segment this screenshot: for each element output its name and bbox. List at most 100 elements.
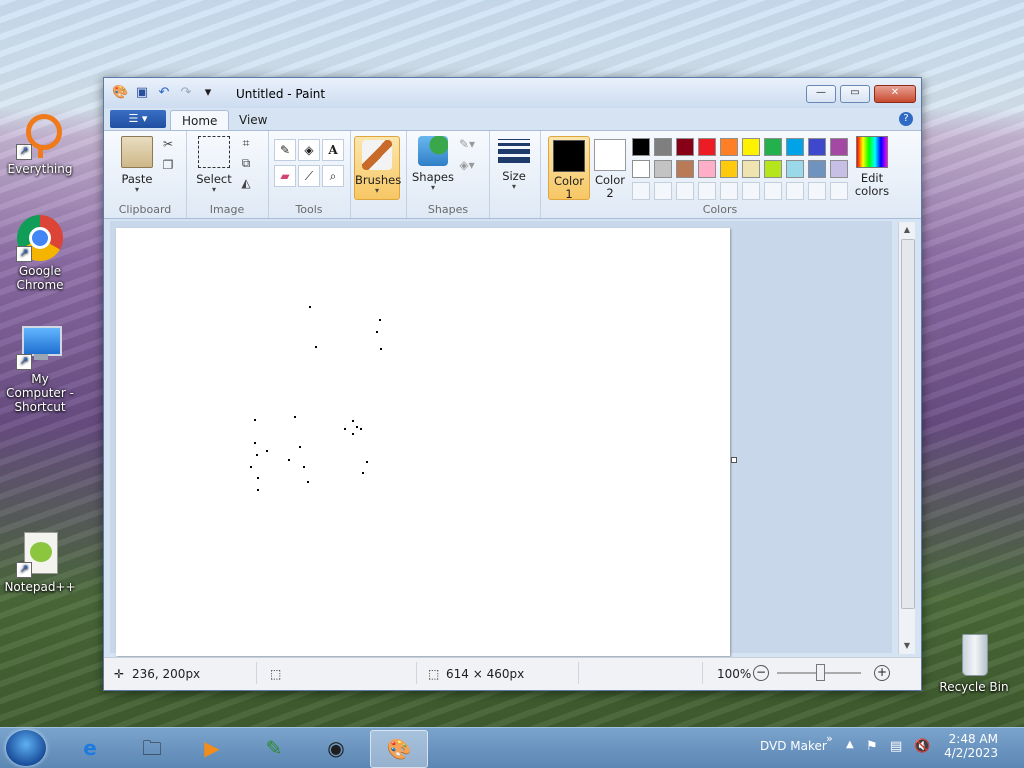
title-bar[interactable]: 🎨 ▣ ↶ ↷ ▾ Untitled - Paint — ▭ ✕ xyxy=(104,78,921,108)
redo-icon[interactable]: ↷ xyxy=(178,85,194,101)
palette-empty-swatch[interactable] xyxy=(742,182,760,200)
palette-swatch[interactable] xyxy=(764,160,782,178)
scroll-down-icon[interactable]: ▼ xyxy=(899,638,915,654)
palette-swatch[interactable] xyxy=(764,138,782,156)
taskbar-media-player-icon[interactable]: ▶ xyxy=(184,730,240,766)
clock[interactable]: 2:48 AM 4/2/2023 xyxy=(944,732,998,760)
maximize-button[interactable]: ▭ xyxy=(840,85,870,103)
palette-empty-swatch[interactable] xyxy=(654,182,672,200)
palette-empty-swatch[interactable] xyxy=(720,182,738,200)
size-button[interactable]: Size ▾ xyxy=(496,136,532,191)
palette-swatch[interactable] xyxy=(676,160,694,178)
file-menu-button[interactable]: ☰ ▾ xyxy=(110,110,166,128)
palette-swatch[interactable] xyxy=(786,138,804,156)
tray-chevron-icon[interactable]: » xyxy=(826,732,833,745)
palette-swatch[interactable] xyxy=(742,138,760,156)
scroll-thumb[interactable] xyxy=(901,239,915,609)
zoom-out-icon[interactable]: − xyxy=(753,665,769,681)
desktop-icon-everything[interactable]: ↗ Everything xyxy=(0,112,80,176)
palette-empty-swatch[interactable] xyxy=(786,182,804,200)
zoom-slider-thumb[interactable] xyxy=(816,664,825,681)
text-icon[interactable]: A xyxy=(322,139,344,161)
desktop-icon-label: Recycle Bin xyxy=(939,680,1009,694)
palette-swatch[interactable] xyxy=(654,160,672,178)
taskbar-explorer-icon[interactable]: 🗀 xyxy=(124,730,180,766)
palette-swatch[interactable] xyxy=(654,138,672,156)
customize-qat-icon[interactable]: ▾ xyxy=(200,85,216,101)
select-button[interactable]: Select ▾ xyxy=(194,136,234,194)
taskbar-internet-explorer-icon[interactable]: e xyxy=(62,730,118,766)
paint-app-icon[interactable]: 🎨 xyxy=(112,85,128,101)
desktop-icon-label: My Computer - Shortcut xyxy=(6,372,74,414)
brushes-button[interactable]: Brushes ▾ xyxy=(354,136,401,200)
palette-swatch[interactable] xyxy=(632,160,650,178)
cut-icon[interactable]: ✂ xyxy=(160,136,176,152)
palette-empty-swatch[interactable] xyxy=(764,182,782,200)
palette-swatch[interactable] xyxy=(830,138,848,156)
palette-swatch[interactable] xyxy=(698,160,716,178)
tab-home[interactable]: Home xyxy=(170,110,230,131)
palette-swatch[interactable] xyxy=(786,160,804,178)
canvas-resize-handle[interactable] xyxy=(731,457,737,463)
close-button[interactable]: ✕ xyxy=(874,85,916,103)
save-icon[interactable]: ▣ xyxy=(134,85,150,101)
desktop-icon-my-computer[interactable]: ↗ My Computer - Shortcut xyxy=(0,322,80,414)
vertical-scrollbar[interactable]: ▲ ▼ xyxy=(898,222,915,654)
show-hidden-icons-icon[interactable]: ▲ xyxy=(846,739,854,750)
palette-empty-swatch[interactable] xyxy=(676,182,694,200)
paste-button[interactable]: Paste ▾ xyxy=(116,136,158,194)
edit-colors-button[interactable]: Edit colors xyxy=(852,136,892,198)
clock-date: 4/2/2023 xyxy=(944,746,998,760)
eraser-icon[interactable]: ▰ xyxy=(274,165,296,187)
volume-muted-icon[interactable]: 🔇 xyxy=(914,739,930,754)
resize-icon[interactable]: ⧉ xyxy=(238,155,254,171)
desktop-icon-recycle-bin[interactable]: Recycle Bin xyxy=(934,630,1014,694)
palette-empty-swatch[interactable] xyxy=(830,182,848,200)
palette-swatch[interactable] xyxy=(676,138,694,156)
taskbar-notepadpp-icon[interactable]: ✎ xyxy=(246,730,302,766)
action-center-flag-icon[interactable]: ⚑ xyxy=(866,739,878,754)
zoom-in-icon[interactable]: + xyxy=(874,665,890,681)
fill-icon[interactable]: ◈ xyxy=(298,139,320,161)
palette-empty-swatch[interactable] xyxy=(698,182,716,200)
palette-swatch[interactable] xyxy=(742,160,760,178)
rotate-icon[interactable]: ◭ xyxy=(238,175,254,191)
canvas-size-icon: ⬚ xyxy=(428,667,440,681)
network-icon[interactable]: ▤ xyxy=(890,739,902,754)
desktop-icon-google-chrome[interactable]: ↗ Google Chrome xyxy=(0,214,80,292)
color1-button[interactable]: Color 1 xyxy=(548,136,590,201)
tray-dvd-maker[interactable]: DVD Maker xyxy=(760,739,827,753)
drawn-pixel xyxy=(299,446,301,448)
palette-swatch[interactable] xyxy=(698,138,716,156)
drawing-canvas[interactable] xyxy=(116,228,730,656)
drawn-pixel xyxy=(344,428,346,430)
start-button[interactable] xyxy=(6,730,46,766)
fill-shape-icon[interactable]: ◈▾ xyxy=(459,157,475,173)
edit-colors-icon xyxy=(856,136,888,168)
shapes-button[interactable]: Shapes ▾ xyxy=(411,136,455,192)
minimize-button[interactable]: — xyxy=(806,85,836,103)
tab-view[interactable]: View xyxy=(228,110,278,130)
color-picker-icon[interactable]: ⟋ xyxy=(298,165,320,187)
outline-icon[interactable]: ✎▾ xyxy=(459,136,475,152)
scroll-up-icon[interactable]: ▲ xyxy=(899,222,915,238)
palette-empty-swatch[interactable] xyxy=(808,182,826,200)
palette-empty-swatch[interactable] xyxy=(632,182,650,200)
palette-swatch[interactable] xyxy=(632,138,650,156)
palette-swatch[interactable] xyxy=(830,160,848,178)
taskbar-paint-icon[interactable]: 🎨 xyxy=(370,730,428,768)
undo-icon[interactable]: ↶ xyxy=(156,85,172,101)
palette-swatch[interactable] xyxy=(808,138,826,156)
palette-swatch[interactable] xyxy=(808,160,826,178)
taskbar-chrome-icon[interactable]: ◉ xyxy=(308,730,364,766)
magnifier-icon[interactable]: ⌕ xyxy=(322,165,344,187)
palette-swatch[interactable] xyxy=(720,160,738,178)
desktop-icon-notepadpp[interactable]: ↗ Notepad++ xyxy=(0,530,80,594)
palette-swatch[interactable] xyxy=(720,138,738,156)
copy-icon[interactable]: ❐ xyxy=(160,157,176,173)
pencil-icon[interactable]: ✎ xyxy=(274,139,296,161)
crop-icon[interactable]: ⌗ xyxy=(238,135,254,151)
help-icon[interactable]: ? xyxy=(899,112,913,126)
color2-button[interactable]: Color 2 xyxy=(590,136,630,200)
group-image: Select ▾ ⌗ ⧉ ◭ Image xyxy=(186,131,269,218)
